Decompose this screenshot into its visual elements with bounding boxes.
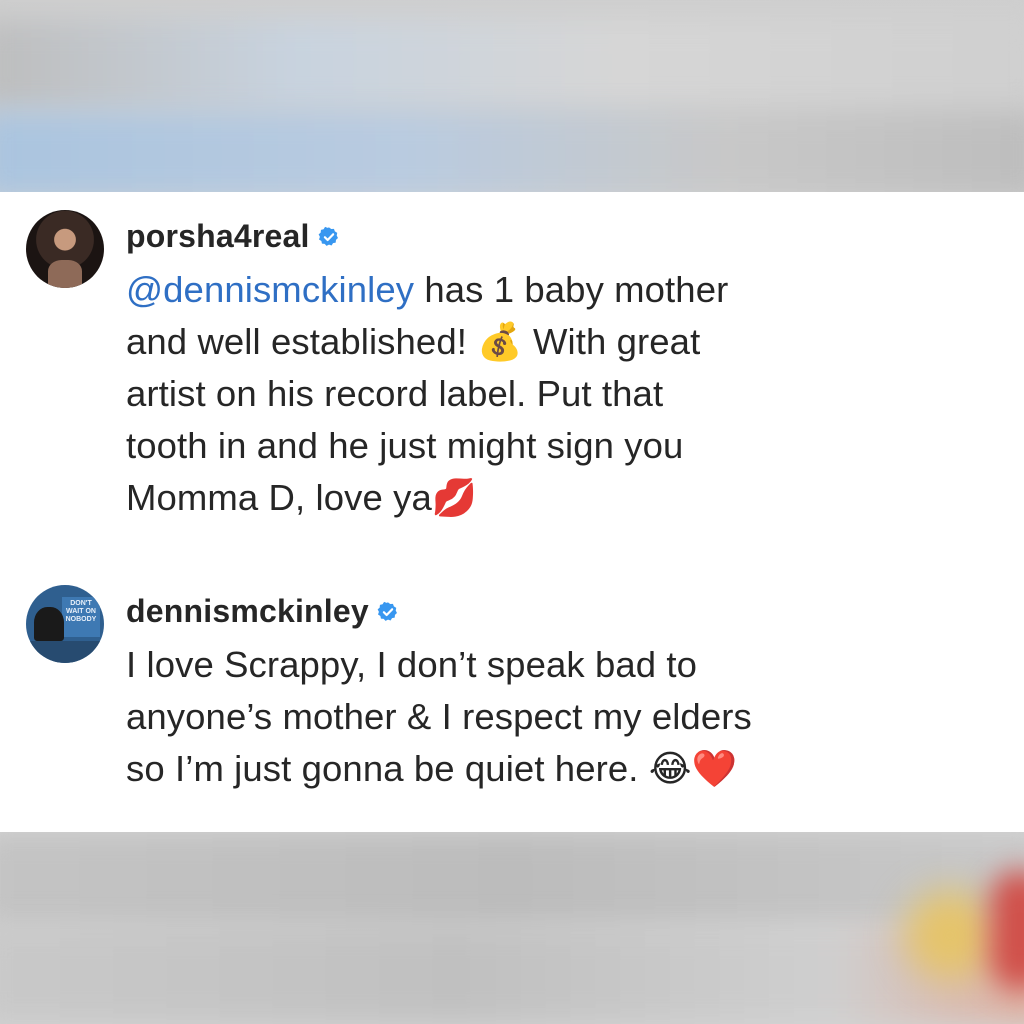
- username-row: dennismckinley: [126, 591, 399, 631]
- avatar-person-shape: [34, 607, 64, 641]
- comment-line: @dennismckinley has 1 baby mother: [126, 264, 1006, 316]
- blurred-background-top: [0, 20, 1024, 110]
- comment-line: Momma D, love ya💋: [126, 477, 478, 518]
- blurred-background-bottom: [0, 830, 1024, 930]
- username-row: porsha4real: [126, 216, 340, 256]
- comment-line: tooth in and he just might sign you: [126, 425, 684, 466]
- username[interactable]: porsha4real: [126, 218, 310, 255]
- avatar-sign-text: DON'T WAIT ON NOBODY: [62, 597, 100, 637]
- comment-line: anyone’s mother & I respect my elders: [126, 696, 752, 737]
- comment-text: I love Scrappy, I don’t speak bad to any…: [126, 639, 1006, 795]
- username[interactable]: dennismckinley: [126, 593, 369, 630]
- blurred-heart-shape: [990, 870, 1024, 990]
- comment-line: artist on his record label. Put that: [126, 373, 664, 414]
- avatar[interactable]: [26, 210, 104, 288]
- screenshot-stage: porsha4real @dennismckinley has 1 baby m…: [0, 0, 1024, 1024]
- verified-badge-icon: [377, 601, 397, 621]
- blurred-emoji-shape: [905, 890, 995, 980]
- avatar-ground-shape: [26, 641, 104, 663]
- comment-line: so I’m just gonna be quiet here. 😂❤️: [126, 748, 738, 789]
- comment-text: @dennismckinley has 1 baby mother and we…: [126, 264, 1006, 524]
- mention-link[interactable]: @dennismckinley: [126, 269, 414, 310]
- verified-badge-icon: [318, 226, 338, 246]
- comment-card: porsha4real @dennismckinley has 1 baby m…: [0, 192, 1024, 832]
- avatar[interactable]: DON'T WAIT ON NOBODY: [26, 585, 104, 663]
- comment-line-text: has 1 baby mother: [414, 269, 729, 310]
- comment-line: and well established! 💰 With great: [126, 321, 701, 362]
- blurred-background-bottom-second: [0, 925, 1024, 1024]
- comment-line: I love Scrappy, I don’t speak bad to: [126, 644, 698, 685]
- blurred-background-top-second: [0, 110, 1024, 200]
